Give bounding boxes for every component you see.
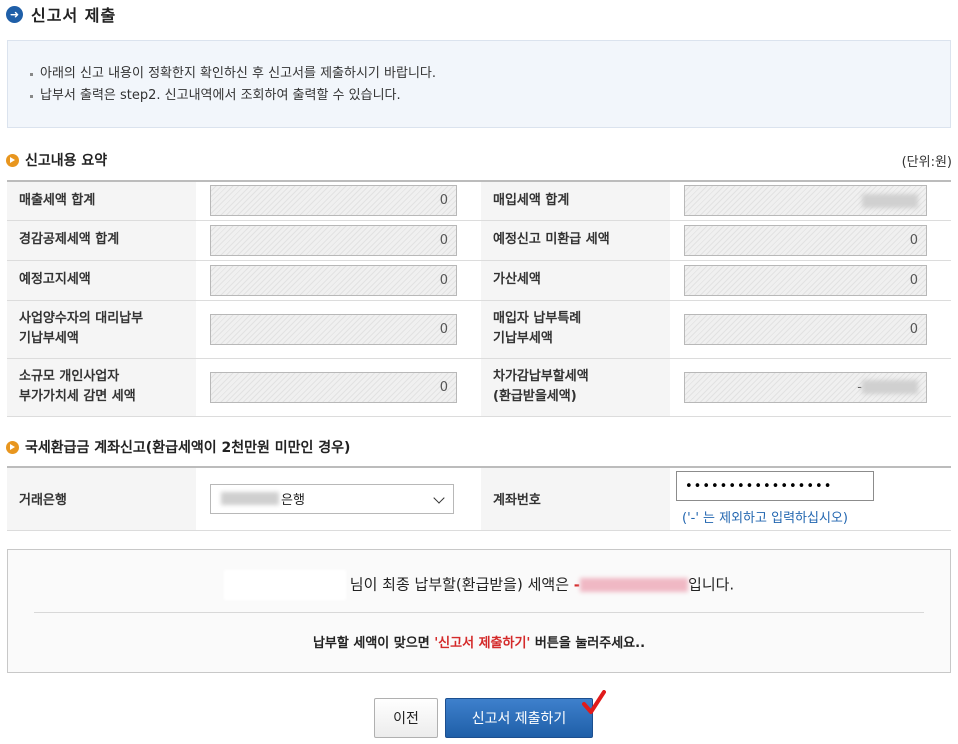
table-row: 사업양수자의 대리납부 기납부세액 0 매입자 납부특례 기납부세액 0 [7,300,951,359]
page-title: ➜ 신고서 제출 [6,2,116,26]
summary-heading: 신고내용 요약 [6,150,107,170]
label-bank: 거래은행 [7,467,196,531]
final-tax-amount: - [574,576,689,594]
account-hint: ('-' 는 제외하고 입력하십시오) [682,511,848,527]
confirm-instruction: 납부할 세액이 맞으면 '신고서 제출하기' 버튼을 눌러주세요.. [312,636,646,651]
table-row: 매출세액 합계 0 매입세액 합계 [7,181,951,221]
unit-label: (단위:원) [901,155,952,170]
arrow-circle-icon: ➜ [6,5,23,23]
orange-arrow-icon [6,440,19,454]
masked-amount [580,578,689,592]
label-preliminary-notice-tax: 예정고지세액 [7,260,196,301]
net-payable-tax-field: - [684,371,927,403]
masked-value [862,193,918,208]
instruction-highlight: '신고서 제출하기' [434,636,531,651]
final-tax-statement: 님이 최종 납부할(환급받을) 세액은 - 입니다. [8,570,950,600]
output-tax-total-field: 0 [210,185,457,217]
purchaser-special-paid-field: 0 [684,313,927,345]
label-penalty-tax: 가산세액 [481,260,670,301]
reduction-credit-total-field: 0 [210,224,457,256]
label-reduction-credit-total: 경감공제세액 합계 [7,220,196,261]
unrefunded-preliminary-field: 0 [684,224,927,256]
notice-item: 납부서 출력은 step2. 신고내역에서 조회하여 출력할 수 있습니다. [30,85,930,107]
label-transferee-proxy-paid: 사업양수자의 대리납부 기납부세액 [7,300,196,359]
check-mark-icon [582,690,606,714]
summary-heading-text: 신고내용 요약 [25,153,108,169]
account-number-input[interactable] [676,471,874,502]
label-input-tax-total: 매입세액 합계 [481,181,670,221]
page-title-text: 신고서 제출 [31,6,117,25]
masked-bank-name [221,492,279,506]
account-heading: 국세환급금 계좌신고(환급세액이 2천만원 미만인 경우) [6,437,350,457]
confirm-box: 님이 최종 납부할(환급받을) 세액은 - 입니다. 납부할 세액이 맞으면 '신… [7,549,951,673]
summary-table: 매출세액 합계 0 매입세액 합계 경감공제세액 합계 0 예정신고 미환급 세… [7,180,951,417]
label-unrefunded-preliminary: 예정신고 미환급 세액 [481,220,670,261]
notice-item: 아래의 신고 내용이 정확한지 확인하신 후 신고서를 제출하시기 바랍니다. [30,63,930,85]
label-small-business-reduction: 소규모 개인사업자 부가가치세 감면 세액 [7,358,196,417]
label-purchaser-special-paid: 매입자 납부특례 기납부세액 [481,300,670,359]
preliminary-notice-tax-field: 0 [210,264,457,296]
masked-value [862,380,918,394]
table-row: 경감공제세액 합계 0 예정신고 미환급 세액 0 [7,220,951,261]
input-tax-total-field [684,185,927,217]
notice-box: 아래의 신고 내용이 정확한지 확인하신 후 신고서를 제출하시기 바랍니다. … [7,40,951,128]
penalty-tax-field: 0 [684,264,927,296]
label-output-tax-total: 매출세액 합계 [7,181,196,221]
submit-report-button[interactable]: 신고서 제출하기 [445,698,593,738]
divider [34,612,924,613]
label-account-number: 계좌번호 [481,467,670,531]
table-row: 예정고지세액 0 가산세액 0 [7,260,951,301]
table-row: 소규모 개인사업자 부가가치세 감면 세액 0 차가감납부할세액 (환급받을세액… [7,358,951,417]
masked-name [223,570,346,600]
transferee-proxy-paid-field: 0 [210,313,457,345]
account-table: 거래은행 은행 계좌번호 ('-' 는 제외하고 입력하십시오) [7,466,951,531]
account-heading-text: 국세환급금 계좌신고(환급세액이 2천만원 미만인 경우) [25,440,351,456]
prev-button[interactable]: 이전 [374,698,438,738]
small-business-reduction-field: 0 [210,371,457,403]
label-net-payable-tax: 차가감납부할세액 (환급받을세액) [481,358,670,417]
orange-arrow-icon [6,153,19,167]
table-row: 거래은행 은행 계좌번호 ('-' 는 제외하고 입력하십시오) [7,467,951,531]
bank-select-value: 은행 [281,493,305,509]
chevron-down-icon [433,492,445,504]
bank-select[interactable]: 은행 [210,483,454,514]
